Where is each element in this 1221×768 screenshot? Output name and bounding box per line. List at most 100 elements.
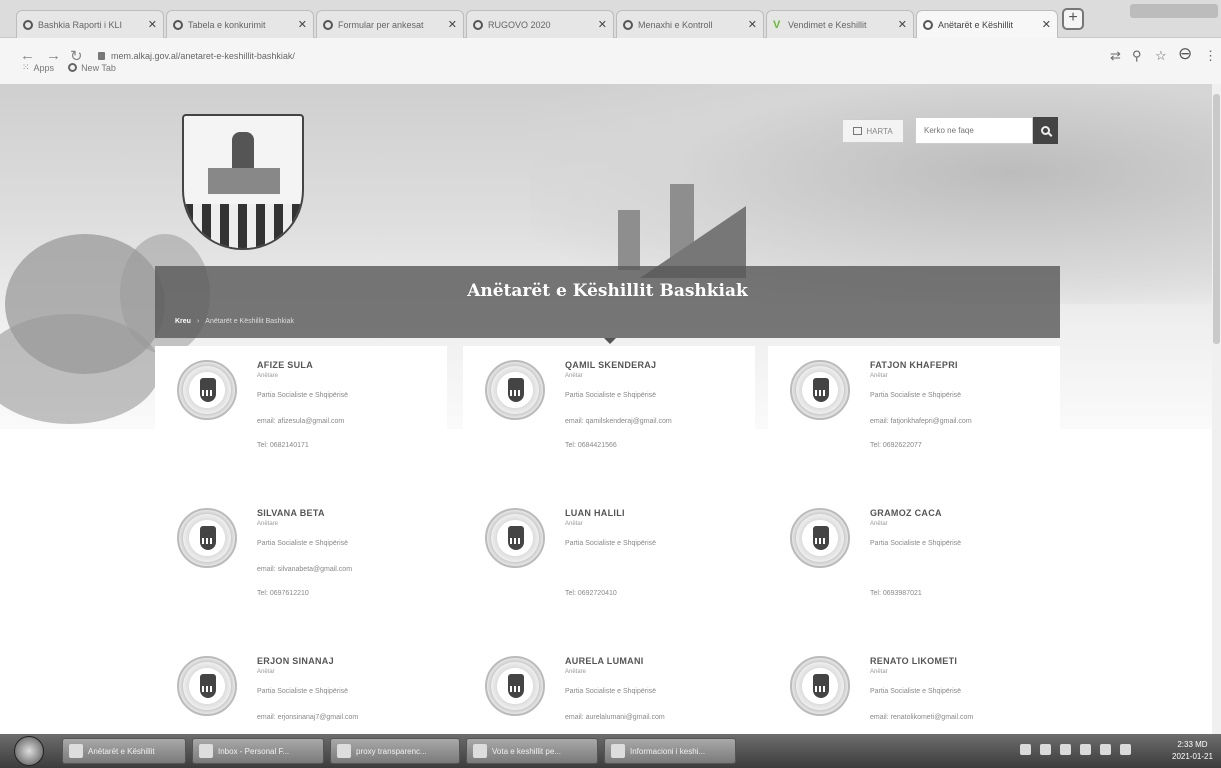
address-bar[interactable]: mem.alkaj.gov.al/anetaret-e-keshillit-ba… [98, 47, 918, 65]
map-button[interactable]: HARTA [842, 119, 904, 143]
system-clock[interactable]: 2:33 MD 2021-01-21 [1172, 739, 1213, 763]
member-name: QAMIL SKENDERAJ [565, 360, 657, 370]
member-role: Anëtar [565, 373, 583, 379]
v-icon: V [773, 18, 781, 31]
close-icon[interactable]: ✕ [448, 18, 457, 31]
member-party: Partia Socialiste e Shqipërisë [870, 688, 962, 695]
member-card[interactable]: RENATO LIKOMETI Anëtar Partia Socialiste… [768, 642, 1060, 734]
menu-dots-icon[interactable]: ⋮ [1204, 48, 1217, 64]
taskbar-item-chrome[interactable]: Anëtarët e Këshillit [62, 738, 186, 764]
member-email[interactable]: email: afizesula@gmail.com [257, 418, 344, 425]
volume-icon[interactable] [1120, 744, 1131, 755]
browser-tab[interactable]: RUGOVO 2020 ✕ [466, 10, 614, 38]
chat-icon[interactable] [1040, 744, 1051, 755]
chimney-decoration [618, 210, 640, 270]
logo-waves [184, 204, 302, 248]
member-email[interactable]: email: fatjonkhafepri@gmail.com [870, 418, 972, 425]
page-scrollbar[interactable] [1212, 84, 1221, 734]
member-card[interactable]: QAMIL SKENDERAJ Anëtar Partia Socialiste… [463, 346, 755, 476]
member-card[interactable]: GRAMOZ CACA Anëtar Partia Socialiste e S… [768, 494, 1060, 624]
member-card[interactable]: SILVANA BETA Anëtare Partia Socialiste e… [155, 494, 447, 624]
search-button[interactable] [1033, 117, 1058, 144]
member-email[interactable]: email: qamilskenderaj@gmail.com [565, 418, 672, 425]
translate-icon[interactable]: ⇄ [1110, 48, 1121, 64]
close-icon[interactable]: ✕ [598, 18, 607, 31]
member-card[interactable]: ERJON SINANAJ Anëtar Partia Socialiste e… [155, 642, 447, 734]
taskbar-item-folder[interactable]: proxy transparenc... [330, 738, 460, 764]
browser-tab-title: Anëtarët e Këshillit [938, 19, 1014, 30]
network-icon[interactable] [1060, 744, 1071, 755]
taskbar-item-label: proxy transparenc... [356, 746, 427, 756]
site-search-input[interactable] [915, 117, 1033, 144]
taskbar-item-word[interactable]: Vota e keshillit pe... [466, 738, 598, 764]
taskbar-item-label: Anëtarët e Këshillit [88, 746, 155, 756]
member-role: Anëtare [257, 373, 279, 379]
taskbar-item-label: Vota e keshillit pe... [492, 746, 561, 756]
bookmarks-bar: ⁙ Apps New Tab [22, 62, 116, 73]
municipality-logo[interactable] [182, 114, 304, 250]
bookmark-apps[interactable]: ⁙ Apps [22, 62, 54, 73]
new-tab-button[interactable]: + [1062, 8, 1084, 30]
member-name: GRAMOZ CACA [870, 508, 942, 518]
member-card[interactable]: LUAN HALILI Anëtar Partia Socialiste e S… [463, 494, 755, 624]
close-icon[interactable]: ✕ [898, 18, 907, 31]
display-icon[interactable] [1100, 744, 1111, 755]
page-title: Anëtarët e Këshillit Bashkiak [467, 281, 748, 301]
system-tray [1020, 744, 1131, 755]
bookmark-new-tab[interactable]: New Tab [68, 62, 116, 73]
breadcrumb-home-link[interactable]: Kreu [175, 318, 191, 325]
keyboard-icon[interactable] [1020, 744, 1031, 755]
globe-icon [173, 19, 183, 30]
member-email[interactable]: email: aurelalumani@gmail.com [565, 714, 665, 721]
zoom-icon[interactable]: ⚲ [1132, 48, 1142, 64]
member-name: ERJON SINANAJ [257, 656, 334, 666]
browser-tab-active[interactable]: Anëtarët e Këshillit ✕ [916, 10, 1058, 38]
member-email[interactable]: email: erjonsinanaj7@gmail.com [257, 714, 358, 721]
browser-tab[interactable]: V Vendimet e Keshillit ✕ [766, 10, 914, 38]
account-icon[interactable]: ⊖ [1178, 44, 1192, 64]
close-icon[interactable]: ✕ [748, 18, 757, 31]
close-icon[interactable]: ✕ [298, 18, 307, 31]
scrollbar-thumb[interactable] [1213, 94, 1220, 344]
browser-tab[interactable]: Bashkia Raporti i KLI ✕ [16, 10, 164, 38]
seal-icon [485, 360, 545, 420]
close-icon[interactable]: ✕ [1042, 18, 1051, 31]
flag-icon[interactable] [1080, 744, 1091, 755]
lock-icon [98, 52, 105, 60]
taskbar-item-outlook[interactable]: Inbox - Personal F... [192, 738, 324, 764]
browser-tab[interactable]: Formular per ankesat ✕ [316, 10, 464, 38]
taskbar-item-word[interactable]: Informacioni i keshi... [604, 738, 736, 764]
window-controls[interactable] [1130, 4, 1218, 18]
globe-icon [68, 63, 78, 72]
member-card[interactable]: FATJON KHAFEPRI Anëtar Partia Socialiste… [768, 346, 1060, 476]
member-email[interactable]: email: silvanabeta@gmail.com [257, 566, 352, 573]
logo-building [208, 168, 280, 194]
member-card[interactable]: AURELA LUMANI Anëtare Partia Socialiste … [463, 642, 755, 734]
member-phone: Tel: 0684421566 [565, 442, 617, 449]
member-phone: Tel: 0697612210 [257, 590, 309, 597]
seal-icon [177, 656, 237, 716]
breadcrumb: Kreu › Anëtarët e Këshillit Bashkiak [175, 318, 294, 325]
outlook-icon [199, 744, 213, 758]
globe-icon [623, 19, 633, 30]
clock-date: 2021-01-21 [1172, 752, 1213, 761]
browser-tab-title: Bashkia Raporti i KLI [38, 19, 123, 30]
member-role: Anëtar [870, 669, 888, 675]
browser-tab[interactable]: Menaxhi e Kontroll ✕ [616, 10, 764, 38]
word-icon [611, 744, 625, 758]
seal-icon [790, 656, 850, 716]
member-party: Partia Socialiste e Shqipërisë [870, 392, 962, 399]
member-role: Anëtar [870, 373, 888, 379]
member-card[interactable]: AFIZE SULA Anëtare Partia Socialiste e S… [155, 346, 447, 476]
browser-tab-title: Vendimet e Keshillit [788, 19, 867, 30]
word-icon [473, 744, 487, 758]
start-button[interactable] [14, 736, 44, 766]
member-role: Anëtar [870, 521, 888, 527]
browser-toolbar: ← → ↻ mem.alkaj.gov.al/anetaret-e-keshil… [0, 38, 1221, 84]
browser-tab[interactable]: Tabela e konkurimit ✕ [166, 10, 314, 38]
close-icon[interactable]: ✕ [148, 18, 157, 31]
member-email[interactable]: email: renatolikometi@gmail.com [870, 714, 973, 721]
browser-tab-title: Menaxhi e Kontroll [638, 19, 713, 30]
star-icon[interactable]: ☆ [1155, 48, 1167, 64]
globe-icon [23, 19, 33, 30]
